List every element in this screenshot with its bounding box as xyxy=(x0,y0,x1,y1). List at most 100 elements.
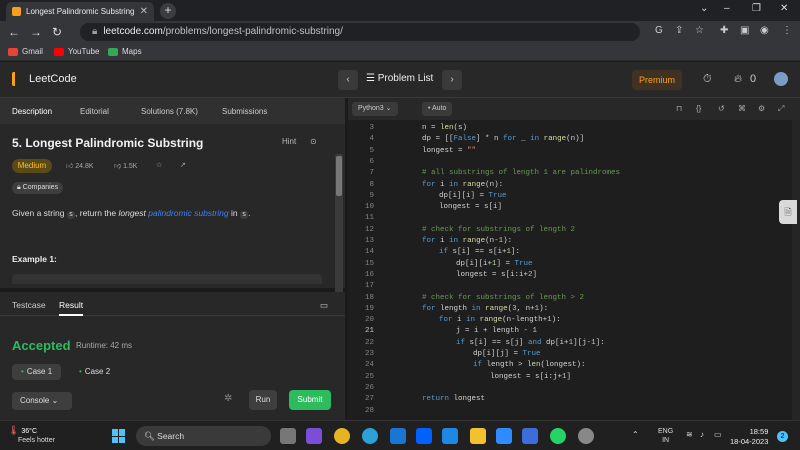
bookmark-maps[interactable]: Maps xyxy=(108,47,142,56)
url-field[interactable]: 🔒︎ leetcode.com/problems/longest-palindro… xyxy=(80,23,640,41)
language-select[interactable]: Python3 ⌄ xyxy=(352,102,398,116)
desc-text: Given a string xyxy=(12,208,67,218)
settings-app-icon[interactable] xyxy=(578,428,594,444)
chrome-icon[interactable] xyxy=(334,428,350,444)
share-link-icon[interactable]: ↗ xyxy=(180,161,186,169)
favorite-star-icon[interactable]: ☆ xyxy=(156,161,162,169)
prev-problem-button[interactable]: ‹ xyxy=(338,70,358,90)
palindromic-substring-link[interactable]: palindromic substring xyxy=(148,208,228,218)
submit-button[interactable]: Submit xyxy=(289,390,331,410)
lock-icon: 🔒︎ xyxy=(92,26,98,37)
tab-testcase[interactable]: Testcase xyxy=(12,300,46,310)
tab-search-icon[interactable]: ⌄ xyxy=(700,3,708,14)
task-view-icon[interactable] xyxy=(280,428,296,444)
testcase-pane: Testcase Result ▭ Accepted Runtime: 42 m… xyxy=(0,292,345,420)
editor-scrollbar[interactable] xyxy=(792,120,800,420)
close-tab-icon[interactable]: ✕ xyxy=(140,6,148,17)
run-button[interactable]: Run xyxy=(249,390,277,410)
code-text: # check for substrings of length > 2 xyxy=(422,293,585,302)
whatsapp-icon[interactable] xyxy=(550,428,566,444)
more-options-icon[interactable]: ⊙ xyxy=(310,137,317,146)
description-scrollbar[interactable] xyxy=(335,154,343,310)
companies-label: Companies xyxy=(22,184,59,191)
google-icon[interactable]: G xyxy=(655,25,663,36)
case-1-tab[interactable]: • Case 1 xyxy=(12,364,62,380)
close-window-icon[interactable]: ✕ xyxy=(780,3,788,14)
autocomplete-toggle[interactable]: • Auto xyxy=(422,102,453,116)
code-line: 18 # check for substrings of length > 2 xyxy=(348,294,788,305)
store-icon[interactable] xyxy=(442,428,458,444)
reload-icon[interactable]: ↻ xyxy=(52,25,62,39)
companies-tag[interactable]: 🔒︎ Companies xyxy=(12,182,64,194)
edge-icon[interactable] xyxy=(362,428,378,444)
code-text: for length in range(3, n+1): xyxy=(422,304,549,313)
tab-description[interactable]: Description xyxy=(12,107,52,116)
scrollbar-thumb[interactable] xyxy=(336,156,342,196)
tray-overflow-icon[interactable]: ⌃ xyxy=(632,430,639,439)
code-text: if s[i] == s[j] and dp[i+1][j-1]: xyxy=(456,338,605,347)
tab-result[interactable]: Result xyxy=(59,300,83,310)
forward-icon[interactable]: → xyxy=(30,25,42,39)
shortcuts-icon[interactable]: ⌘ xyxy=(738,104,746,113)
taskbar-search[interactable]: 🔍︎ Search xyxy=(136,426,271,446)
battery-icon[interactable]: ▭ xyxy=(714,430,722,439)
reset-icon[interactable]: ↺ xyxy=(718,104,725,113)
problem-list-link[interactable]: ☰ Problem List xyxy=(366,73,433,84)
back-icon[interactable]: ← xyxy=(8,25,20,39)
volume-icon[interactable]: ♪ xyxy=(700,430,704,439)
browser-tab[interactable]: Longest Palindromic Substring ✕ xyxy=(6,2,154,21)
sidepanel-icon[interactable]: ▣ xyxy=(740,25,749,36)
notes-side-tab[interactable]: 🗎︎ xyxy=(779,200,797,224)
line-number: 10 xyxy=(364,203,374,212)
hint-button[interactable]: Hint xyxy=(282,137,296,146)
file-explorer-icon[interactable] xyxy=(470,428,486,444)
profile-icon[interactable]: ◉ xyxy=(760,25,769,36)
tab-solutions[interactable]: Solutions (7.8K) xyxy=(141,107,198,116)
bookmark-icon[interactable]: ⊓ xyxy=(676,104,682,113)
desc-code-s: s xyxy=(239,211,249,219)
dislike-button[interactable]: 👎︎ 1.5K xyxy=(114,161,137,170)
extensions-icon[interactable]: ✚ xyxy=(720,25,728,36)
weather-widget[interactable]: 🌡︎ 36°C Feels hotter xyxy=(8,426,55,445)
language-indicator[interactable]: ENG IN xyxy=(658,427,673,445)
settings-gear-icon[interactable]: ⚙ xyxy=(758,104,765,113)
dropbox-icon[interactable] xyxy=(416,428,432,444)
braces-icon[interactable]: {} xyxy=(696,104,701,113)
restore-icon[interactable]: ❐ xyxy=(752,3,761,14)
tab-editorial[interactable]: Editorial xyxy=(80,107,109,116)
line-number: 11 xyxy=(364,214,374,223)
wifi-icon[interactable]: ≋ xyxy=(686,430,693,439)
code-area[interactable]: def longestPalindrome(self, s: str) -> s… xyxy=(348,120,788,420)
expand-panel-icon[interactable]: ▭ xyxy=(320,300,328,311)
lang-line1: ENG xyxy=(658,428,674,435)
share-icon[interactable]: ⇪ xyxy=(675,25,683,36)
next-problem-button[interactable]: › xyxy=(442,70,462,90)
bookmark-star-icon[interactable]: ☆ xyxy=(695,25,704,36)
bookmark-gmail[interactable]: Gmail xyxy=(8,47,43,56)
mail-icon[interactable] xyxy=(390,428,406,444)
leetcode-logo[interactable]: LeetCode xyxy=(12,72,77,86)
calendar-icon[interactable] xyxy=(522,428,538,444)
console-label: Console xyxy=(20,396,50,405)
new-tab-button[interactable]: + xyxy=(160,3,176,19)
bookmark-youtube[interactable]: YouTube xyxy=(54,47,99,56)
streak-fire-icon[interactable]: 🔥︎ xyxy=(734,73,742,86)
debug-icon[interactable]: ✲ xyxy=(224,393,232,404)
example-box xyxy=(12,274,322,284)
premium-button[interactable]: Premium xyxy=(632,70,682,90)
line-number: 12 xyxy=(364,225,374,234)
fullscreen-icon[interactable]: ⤢ xyxy=(778,104,784,114)
clock[interactable]: 18:59 18-04-2023 xyxy=(730,427,768,447)
tab-submissions[interactable]: Submissions xyxy=(222,107,267,116)
like-button[interactable]: 👍︎ 24.8K xyxy=(66,161,94,170)
windows-start-icon[interactable] xyxy=(112,429,126,443)
console-toggle[interactable]: Console ⌄ xyxy=(12,392,72,410)
teams-icon[interactable] xyxy=(306,428,322,444)
notification-badge[interactable]: 2 xyxy=(777,431,788,442)
zoom-icon[interactable] xyxy=(496,428,512,444)
avatar[interactable] xyxy=(774,72,788,86)
case-2-tab[interactable]: • Case 2 xyxy=(70,364,119,380)
menu-icon[interactable]: ⋮ xyxy=(782,25,792,36)
minimize-icon[interactable]: – xyxy=(724,3,730,14)
timer-icon[interactable]: ⏱ xyxy=(703,73,712,86)
